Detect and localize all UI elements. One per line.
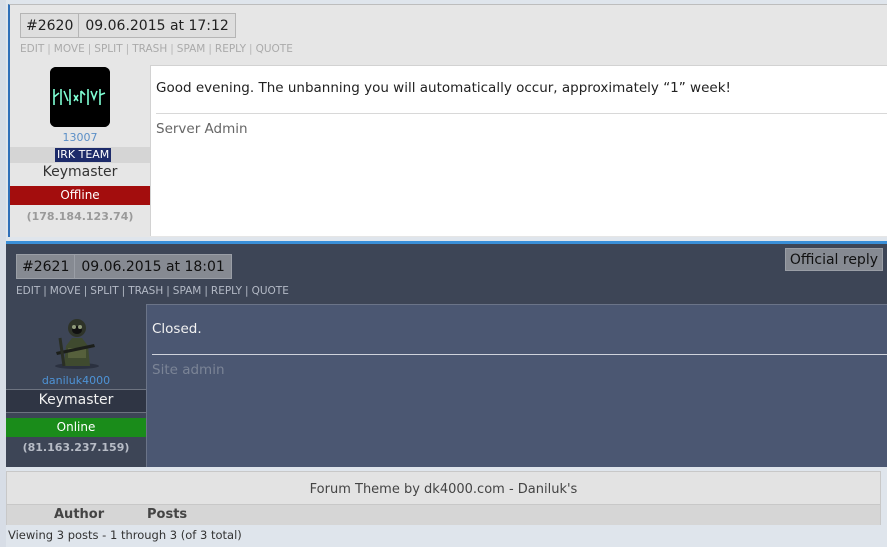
separator: | — [83, 285, 88, 297]
rune-logo-avatar-icon[interactable] — [50, 67, 110, 127]
trash-link[interactable]: TRASH — [128, 285, 163, 297]
separator: | — [125, 43, 130, 55]
trash-link[interactable]: TRASH — [132, 43, 167, 55]
soldier-avatar-icon[interactable] — [46, 308, 108, 370]
reply-link[interactable]: REPLY — [215, 43, 246, 55]
post-meta: #2620 09.06.2015 at 17:12 — [20, 13, 236, 38]
post-signature: Site admin — [152, 362, 225, 378]
post-message: Good evening. The unbanning you will aut… — [156, 80, 731, 96]
posts-column-header: Posts — [147, 507, 188, 522]
post-signature: Server Admin — [156, 121, 248, 137]
split-link[interactable]: SPLIT — [94, 43, 122, 55]
theme-credit[interactable]: Forum Theme by dk4000.com - Daniluk's — [7, 482, 880, 497]
post-number-link[interactable]: #2621 — [17, 255, 76, 278]
post-content: Closed. Site admin — [146, 304, 887, 467]
separator: | — [249, 43, 253, 55]
post-admin-links: EDIT | MOVE | SPLIT | TRASH | SPAM | REPLY | QUOTE — [16, 285, 289, 297]
signature-divider — [156, 113, 887, 114]
author-user-id[interactable]: 13007 — [10, 131, 150, 144]
quote-link[interactable]: QUOTE — [256, 43, 293, 55]
separator: | — [87, 43, 92, 55]
quote-link[interactable]: QUOTE — [252, 285, 289, 297]
separator: | — [245, 285, 249, 297]
separator: | — [166, 285, 170, 297]
author-role: Keymaster — [42, 164, 118, 180]
post-admin-links: EDIT | MOVE | SPLIT | TRASH | SPAM | REPLY | QUOTE — [20, 43, 293, 55]
post-number-link[interactable]: #2620 — [21, 14, 80, 37]
move-link[interactable]: MOVE — [54, 43, 85, 55]
split-link[interactable]: SPLIT — [90, 285, 118, 297]
table-header: Author Posts — [7, 504, 880, 525]
post-content: Good evening. The unbanning you will aut… — [150, 65, 887, 236]
pagination-count: Viewing 3 posts - 1 through 3 (of 3 tota… — [8, 528, 242, 542]
author-panel: 13007 IRK TEAM Keymaster Offline (178.18… — [10, 65, 150, 236]
spam-link[interactable]: SPAM — [177, 43, 206, 55]
post-date: 09.06.2015 at 17:12 — [85, 18, 229, 34]
topic-footer: Forum Theme by dk4000.com - Daniluk's Au… — [6, 471, 881, 525]
separator: | — [43, 285, 47, 297]
official-reply-badge: Official reply — [784, 248, 883, 271]
move-link[interactable]: MOVE — [50, 285, 81, 297]
reply-post-2621: #2621 09.06.2015 at 18:01 Official reply… — [6, 241, 887, 467]
author-column-header: Author — [54, 507, 105, 522]
separator: | — [47, 43, 51, 55]
status-badge: Offline — [10, 186, 150, 205]
team-badge: IRK TEAM — [55, 148, 112, 162]
separator: | — [170, 43, 174, 55]
reply-link[interactable]: REPLY — [211, 285, 242, 297]
reply-post-2620: #2620 09.06.2015 at 17:12 EDIT | MOVE | SPLI… — [8, 4, 887, 237]
edit-link[interactable]: EDIT — [16, 285, 40, 297]
author-role: Keymaster — [38, 392, 114, 408]
status-badge: Online — [6, 418, 146, 437]
author-ip: (81.163.237.159) — [22, 441, 130, 454]
spam-link[interactable]: SPAM — [173, 285, 202, 297]
author-ip: (178.184.123.74) — [26, 210, 134, 223]
separator: | — [208, 43, 212, 55]
author-username[interactable]: daniluk4000 — [6, 374, 146, 387]
post-message: Closed. — [152, 321, 202, 337]
author-panel: daniluk4000 Keymaster Online (81.163.237… — [6, 304, 146, 467]
signature-divider — [152, 354, 887, 355]
edit-link[interactable]: EDIT — [20, 43, 44, 55]
separator: | — [204, 285, 208, 297]
post-date: 09.06.2015 at 18:01 — [81, 259, 225, 275]
separator: | — [121, 285, 126, 297]
post-meta: #2621 09.06.2015 at 18:01 — [16, 254, 232, 279]
